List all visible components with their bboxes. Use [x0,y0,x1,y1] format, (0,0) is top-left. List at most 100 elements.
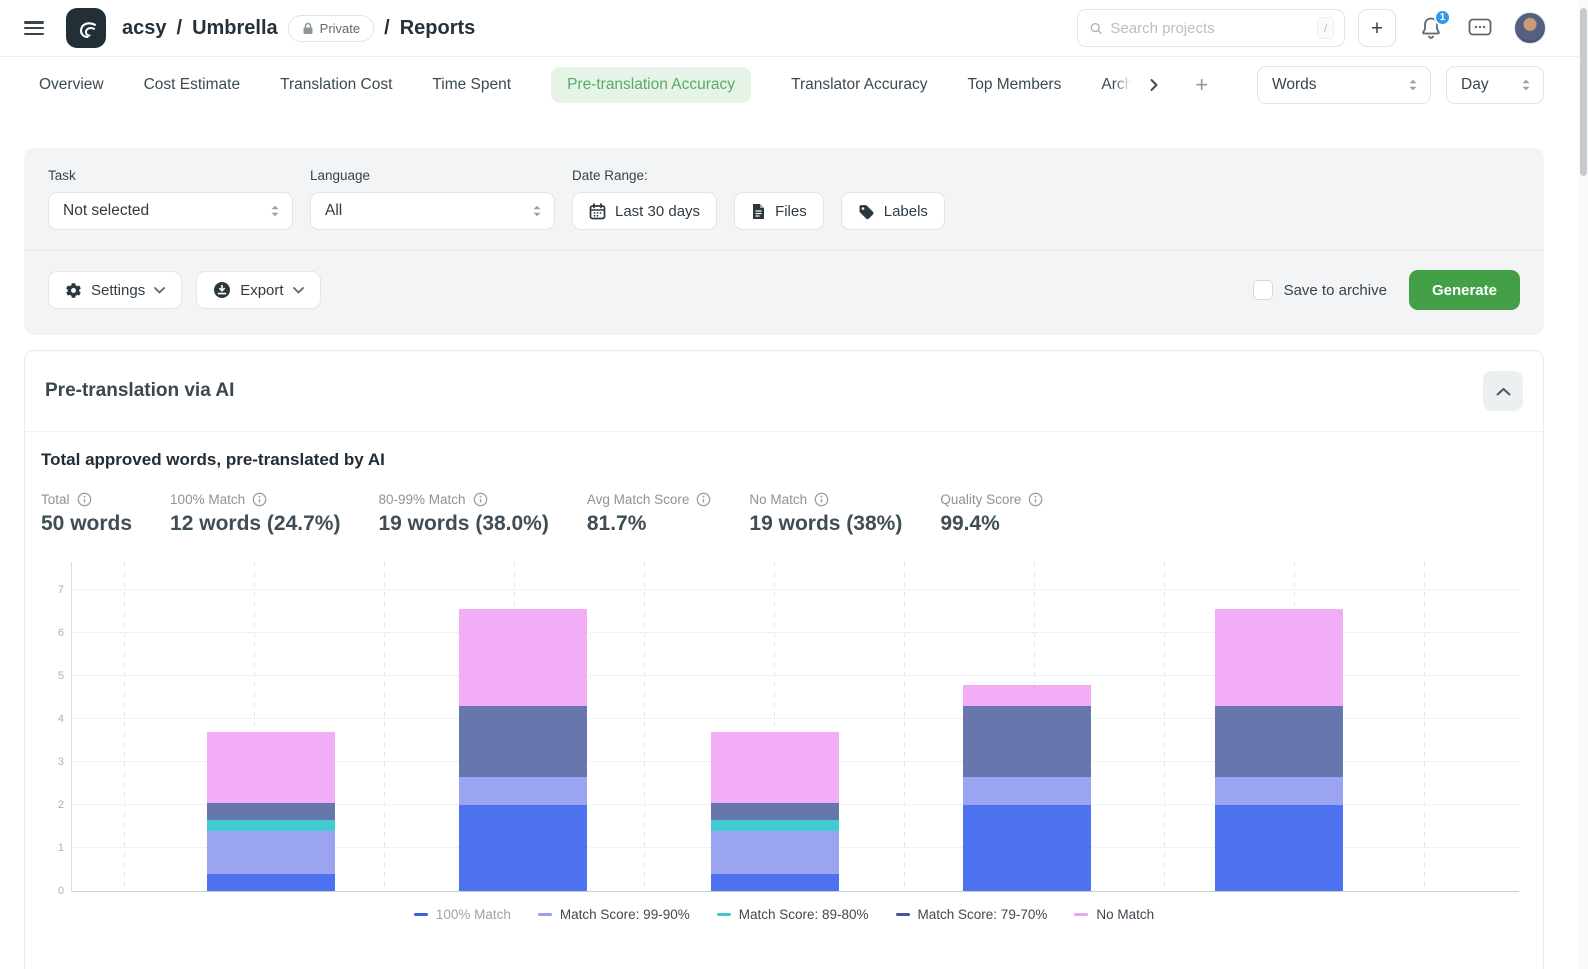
messages-button[interactable] [1468,17,1492,39]
report-card-header: Pre-translation via AI [25,351,1543,431]
menu-button[interactable] [24,21,44,35]
tabs-scroll-right-button[interactable] [1147,78,1161,92]
stat-80-99-match: 80-99% Match 19 words (38.0%) [378,492,548,536]
info-icon[interactable] [696,492,711,507]
bar-segment [963,777,1091,805]
bar-segment [459,706,587,777]
chart-vgridline [644,562,645,891]
bar-group-2[interactable] [459,562,587,891]
language-filter: Language All [310,168,555,230]
info-icon[interactable] [473,492,488,507]
legend-item-100-match[interactable]: 100% Match [414,907,511,922]
search-input[interactable] [1110,20,1309,37]
date-range-button[interactable]: Last 30 days [572,192,717,230]
chart-vgridline [384,562,385,891]
add-report-tab-button[interactable]: + [1195,72,1208,98]
chart-vgridline [1424,562,1425,891]
bar-segment [711,803,839,820]
language-select[interactable]: All [310,192,555,230]
unit-select[interactable]: Words [1257,66,1431,104]
tab-time-spent[interactable]: Time Spent [432,67,511,103]
task-select[interactable]: Not selected [48,192,293,230]
bar-group-3[interactable] [711,562,839,891]
tab-translator-accuracy[interactable]: Translator Accuracy [791,67,927,103]
language-filter-label: Language [310,168,555,183]
task-filter: Task Not selected [48,168,293,230]
chart-legend: 100% Match Match Score: 99-90% Match Sco… [41,907,1527,922]
file-icon [751,203,766,220]
legend-item-no-match[interactable]: No Match [1074,907,1154,922]
breadcrumb-page: Reports [400,17,476,40]
reports-page: acsy / Umbrella Private / Reports / + [0,0,1588,969]
labels-button[interactable]: Labels [841,192,945,230]
breadcrumb-separator: / [384,17,390,40]
period-select[interactable]: Day [1446,66,1544,104]
date-range-label: Date Range: [572,168,945,183]
language-select-value: All [325,202,342,220]
files-button[interactable]: Files [734,192,824,230]
updown-arrows-icon [1521,78,1531,92]
create-project-button[interactable]: + [1358,9,1396,47]
legend-marker [538,913,552,916]
y-axis-tick: 5 [44,670,64,682]
search-box[interactable]: / [1077,9,1345,47]
export-button-label: Export [240,282,283,299]
user-avatar[interactable] [1514,12,1546,44]
tab-archive-truncated[interactable]: Arch [1101,67,1133,103]
tab-top-members[interactable]: Top Members [967,67,1061,103]
save-to-archive-checkbox[interactable] [1253,280,1273,300]
bar-segment [711,874,839,891]
search-shortcut-hint: / [1317,17,1334,39]
bar-group-4[interactable] [963,562,1091,891]
breadcrumb-project[interactable]: Umbrella [192,17,278,40]
stats-row: Total 50 words 100% Match 12 words (24.7… [41,492,1527,536]
generate-button[interactable]: Generate [1409,270,1520,310]
date-range-buttons: Last 30 days Files [572,192,945,230]
tab-translation-cost[interactable]: Translation Cost [280,67,392,103]
stat-label: No Match [749,492,807,507]
task-select-value: Not selected [63,202,149,220]
date-range-filter: Date Range: Last 30 days [572,168,945,230]
save-to-archive-label: Save to archive [1284,282,1387,299]
settings-button[interactable]: Settings [48,271,182,309]
bar-group-5[interactable] [1215,562,1343,891]
legend-item-89-80[interactable]: Match Score: 89-80% [717,907,869,922]
settings-button-label: Settings [91,282,145,299]
legend-marker [1074,913,1088,916]
y-axis-tick: 4 [44,713,64,725]
tab-cost-estimate[interactable]: Cost Estimate [144,67,240,103]
notification-badge: 1 [1434,9,1451,26]
tab-pre-translation-accuracy[interactable]: Pre-translation Accuracy [551,67,751,103]
collapse-section-button[interactable] [1483,371,1523,411]
tag-icon [858,203,875,220]
info-icon[interactable] [77,492,92,507]
info-icon[interactable] [814,492,829,507]
bar-segment [207,874,335,891]
tab-overview[interactable]: Overview [39,67,104,103]
search-icon [1090,20,1102,37]
labels-button-label: Labels [884,203,928,220]
legend-label: Match Score: 99-90% [560,907,690,922]
export-button[interactable]: Export [196,271,320,309]
gear-icon [65,282,82,299]
legend-item-79-70[interactable]: Match Score: 79-70% [896,907,1048,922]
scrollbar-thumb[interactable] [1580,8,1587,176]
breadcrumb-org[interactable]: acsy [122,17,167,40]
info-icon[interactable] [1028,492,1043,507]
bar-group-1[interactable] [207,562,335,891]
updown-arrows-icon [532,204,542,218]
page-scrollbar[interactable] [1579,0,1588,969]
tabbar-selects: Words Day [1257,66,1544,104]
chart-vgridline [904,562,905,891]
legend-item-99-90[interactable]: Match Score: 99-90% [538,907,690,922]
bar-segment [1215,706,1343,777]
stat-label: Quality Score [940,492,1021,507]
stat-value: 19 words (38.0%) [378,512,548,536]
stat-value: 19 words (38%) [749,512,902,536]
info-icon[interactable] [252,492,267,507]
legend-label: 100% Match [436,907,511,922]
bar-segment [1215,805,1343,891]
notifications-button[interactable]: 1 [1420,16,1442,40]
caret-down-icon [154,287,165,294]
app-logo[interactable] [66,8,106,48]
